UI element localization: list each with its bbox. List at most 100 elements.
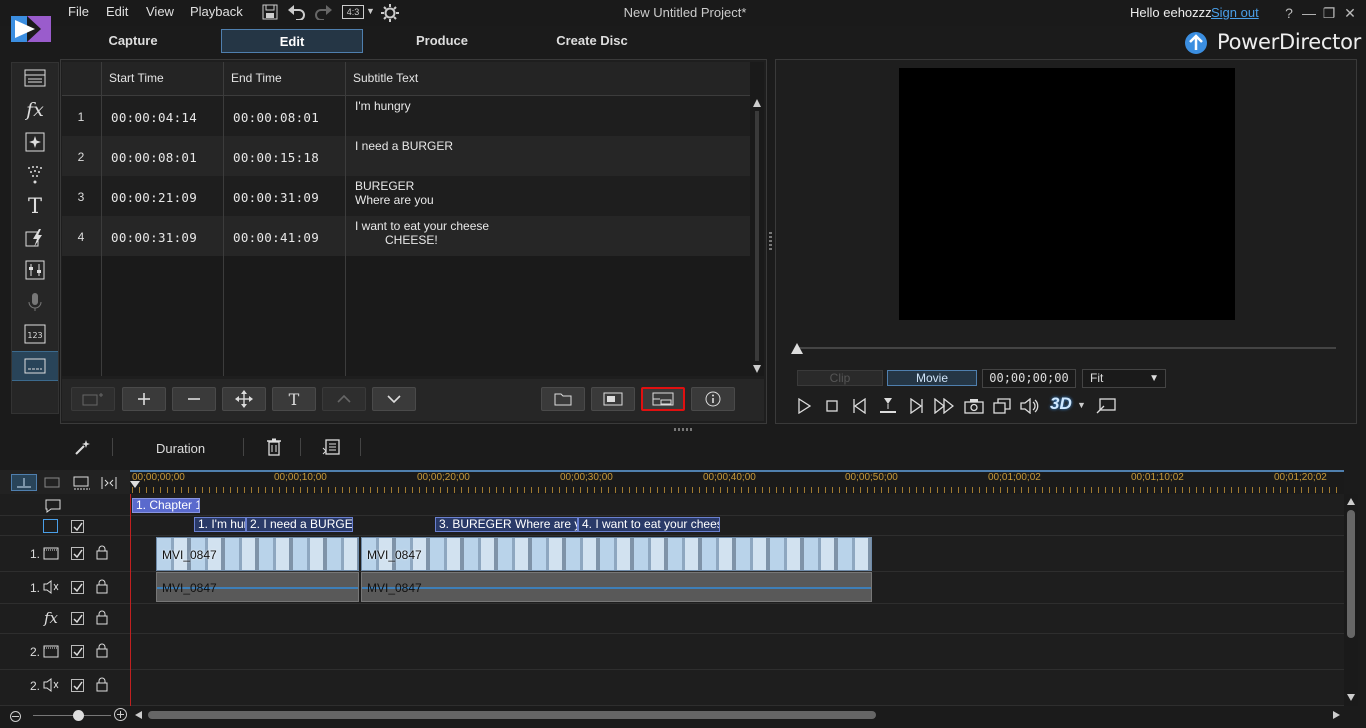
subtitle-text-cell[interactable]: I want to eat your cheese CHEESE!	[355, 219, 489, 247]
scroll-left-icon[interactable]	[135, 711, 142, 719]
magic-tools-icon[interactable]	[74, 438, 92, 456]
stop-icon[interactable]	[821, 396, 843, 416]
tab-edit[interactable]: Edit	[221, 29, 363, 53]
start-time-cell[interactable]: 00:00:21:09	[111, 190, 197, 205]
scroll-right-icon[interactable]	[1333, 711, 1340, 719]
zoom-slider-thumb[interactable]	[73, 710, 84, 721]
menu-playback[interactable]: Playback	[190, 4, 243, 19]
subtitle-text-cell[interactable]: I'm hungry	[355, 99, 411, 113]
zoom-out-icon[interactable]	[10, 711, 21, 722]
media-room-icon[interactable]	[12, 63, 58, 93]
scroll-down-icon[interactable]	[753, 365, 761, 373]
table-row[interactable]: 3 00:00:21:09 00:00:31:09 BUREGER Where …	[62, 176, 750, 216]
preview-screen[interactable]	[899, 68, 1235, 320]
lock-icon[interactable]	[96, 610, 108, 625]
trash-icon[interactable]	[266, 438, 282, 456]
microphone-icon[interactable]	[12, 287, 58, 317]
chevron-down-icon[interactable]: ▼	[366, 6, 375, 16]
playhead-line[interactable]	[130, 494, 131, 706]
seek-thumb[interactable]	[791, 343, 803, 354]
table-row[interactable]: 2 00:00:08:01 00:00:15:18 I need a BURGE…	[62, 136, 750, 176]
subtitle-scrollbar[interactable]	[750, 95, 764, 376]
column-header-text[interactable]: Subtitle Text	[346, 62, 750, 95]
track-manager-icon[interactable]	[100, 476, 118, 490]
audio-mixing-room-icon[interactable]	[12, 255, 58, 285]
start-time-cell[interactable]: 00:00:31:09	[111, 230, 197, 245]
movie-mode-button[interactable]: Movie	[887, 370, 977, 386]
gear-icon[interactable]	[381, 4, 401, 22]
subtitle-split-button[interactable]	[641, 387, 685, 411]
zoom-slider-track[interactable]	[33, 715, 111, 716]
previous-frame-icon[interactable]	[849, 396, 871, 416]
remove-subtitle-button[interactable]	[172, 387, 216, 411]
duration-button[interactable]: Duration	[156, 441, 205, 456]
track-enable-checkbox[interactable]	[71, 645, 84, 658]
video-track-2[interactable]	[130, 634, 1344, 670]
panel-splitter-handle[interactable]	[674, 428, 692, 431]
lock-icon[interactable]	[96, 643, 108, 658]
fit-select[interactable]: Fit ▼	[1082, 369, 1166, 388]
end-time-cell[interactable]: 00:00:31:09	[233, 190, 319, 205]
table-row[interactable]: 4 00:00:31:09 00:00:41:09 I want to eat …	[62, 216, 750, 256]
chapter-room-icon[interactable]: 123	[12, 319, 58, 349]
edit-audio-icon[interactable]	[322, 438, 340, 456]
table-row[interactable]: 1 00:00:04:14 00:00:08:01 I'm hungry	[62, 96, 750, 136]
scroll-up-icon[interactable]	[1347, 498, 1355, 505]
lock-icon[interactable]	[96, 545, 108, 560]
3d-mode-button[interactable]: 3D	[1050, 394, 1072, 414]
play-icon[interactable]	[793, 396, 815, 416]
dual-monitor-icon[interactable]	[1095, 396, 1117, 416]
particle-room-icon[interactable]	[12, 159, 58, 189]
seek-bar[interactable]	[795, 347, 1336, 349]
timeline-horizontal-scroll-thumb[interactable]	[148, 711, 876, 719]
timeline-view-icon[interactable]	[11, 474, 37, 491]
minimize-button[interactable]: —	[1300, 4, 1318, 22]
subtitle-text-cell[interactable]: I need a BURGER	[355, 139, 453, 153]
playhead-marker[interactable]	[130, 481, 140, 488]
zoom-in-icon[interactable]	[114, 708, 127, 721]
column-header-start[interactable]: Start Time	[102, 62, 223, 95]
close-button[interactable]: ✕	[1341, 4, 1359, 22]
storyboard-view-icon[interactable]	[44, 476, 60, 488]
scroll-track[interactable]	[755, 111, 759, 361]
end-time-cell[interactable]: 00:00:41:09	[233, 230, 319, 245]
next-frame-icon[interactable]	[905, 396, 927, 416]
subtitle-clip[interactable]: 4. I want to eat your cheese	[578, 517, 720, 532]
undo-icon[interactable]	[288, 4, 308, 22]
subtitle-clip[interactable]: 3. BUREGER Where are you	[435, 517, 578, 532]
audio-track-2[interactable]	[130, 670, 1344, 706]
menu-edit[interactable]: Edit	[106, 4, 128, 19]
start-time-cell[interactable]: 00:00:04:14	[111, 110, 197, 125]
save-icon[interactable]	[262, 4, 282, 22]
undock-preview-icon[interactable]	[991, 396, 1013, 416]
scroll-up-icon[interactable]	[753, 99, 761, 107]
export-subtitle-button[interactable]	[591, 387, 635, 411]
scroll-down-icon[interactable]	[1347, 694, 1355, 701]
end-time-cell[interactable]: 00:00:08:01	[233, 110, 319, 125]
transition-room-icon[interactable]	[12, 223, 58, 253]
video-clip[interactable]: MVI_0847	[156, 537, 359, 571]
fast-forward-icon[interactable]	[933, 396, 955, 416]
subtitle-clip[interactable]: 2. I need a BURGER	[246, 517, 353, 532]
audio-clip[interactable]: MVI_0847	[361, 572, 872, 602]
import-subtitle-button[interactable]	[541, 387, 585, 411]
aspect-ratio-button[interactable]: 4:3	[342, 5, 364, 19]
subtitle-text-cell[interactable]: BUREGER Where are you	[355, 179, 434, 207]
add-subtitle-button[interactable]	[122, 387, 166, 411]
chapter-marker[interactable]: 1. Chapter 1	[132, 498, 200, 513]
audio-clip[interactable]: MVI_0847	[156, 572, 359, 602]
video-clip[interactable]: MVI_0847	[361, 537, 872, 571]
info-button[interactable]	[691, 387, 735, 411]
move-up-button[interactable]	[322, 387, 366, 411]
redo-icon[interactable]	[314, 4, 334, 22]
help-button[interactable]: ?	[1280, 4, 1298, 22]
sign-out-link[interactable]: Sign out	[1211, 5, 1259, 20]
tab-create-disc[interactable]: Create Disc	[521, 29, 663, 53]
timecode-field[interactable]: 00;00;00;00	[982, 369, 1076, 388]
subtitle-room-icon[interactable]	[12, 351, 58, 381]
snapshot-icon[interactable]	[963, 396, 985, 416]
volume-icon[interactable]	[1019, 396, 1041, 416]
tab-produce[interactable]: Produce	[371, 29, 513, 53]
fx-room-icon[interactable]: fx	[12, 95, 58, 125]
fx-track[interactable]	[130, 604, 1344, 634]
